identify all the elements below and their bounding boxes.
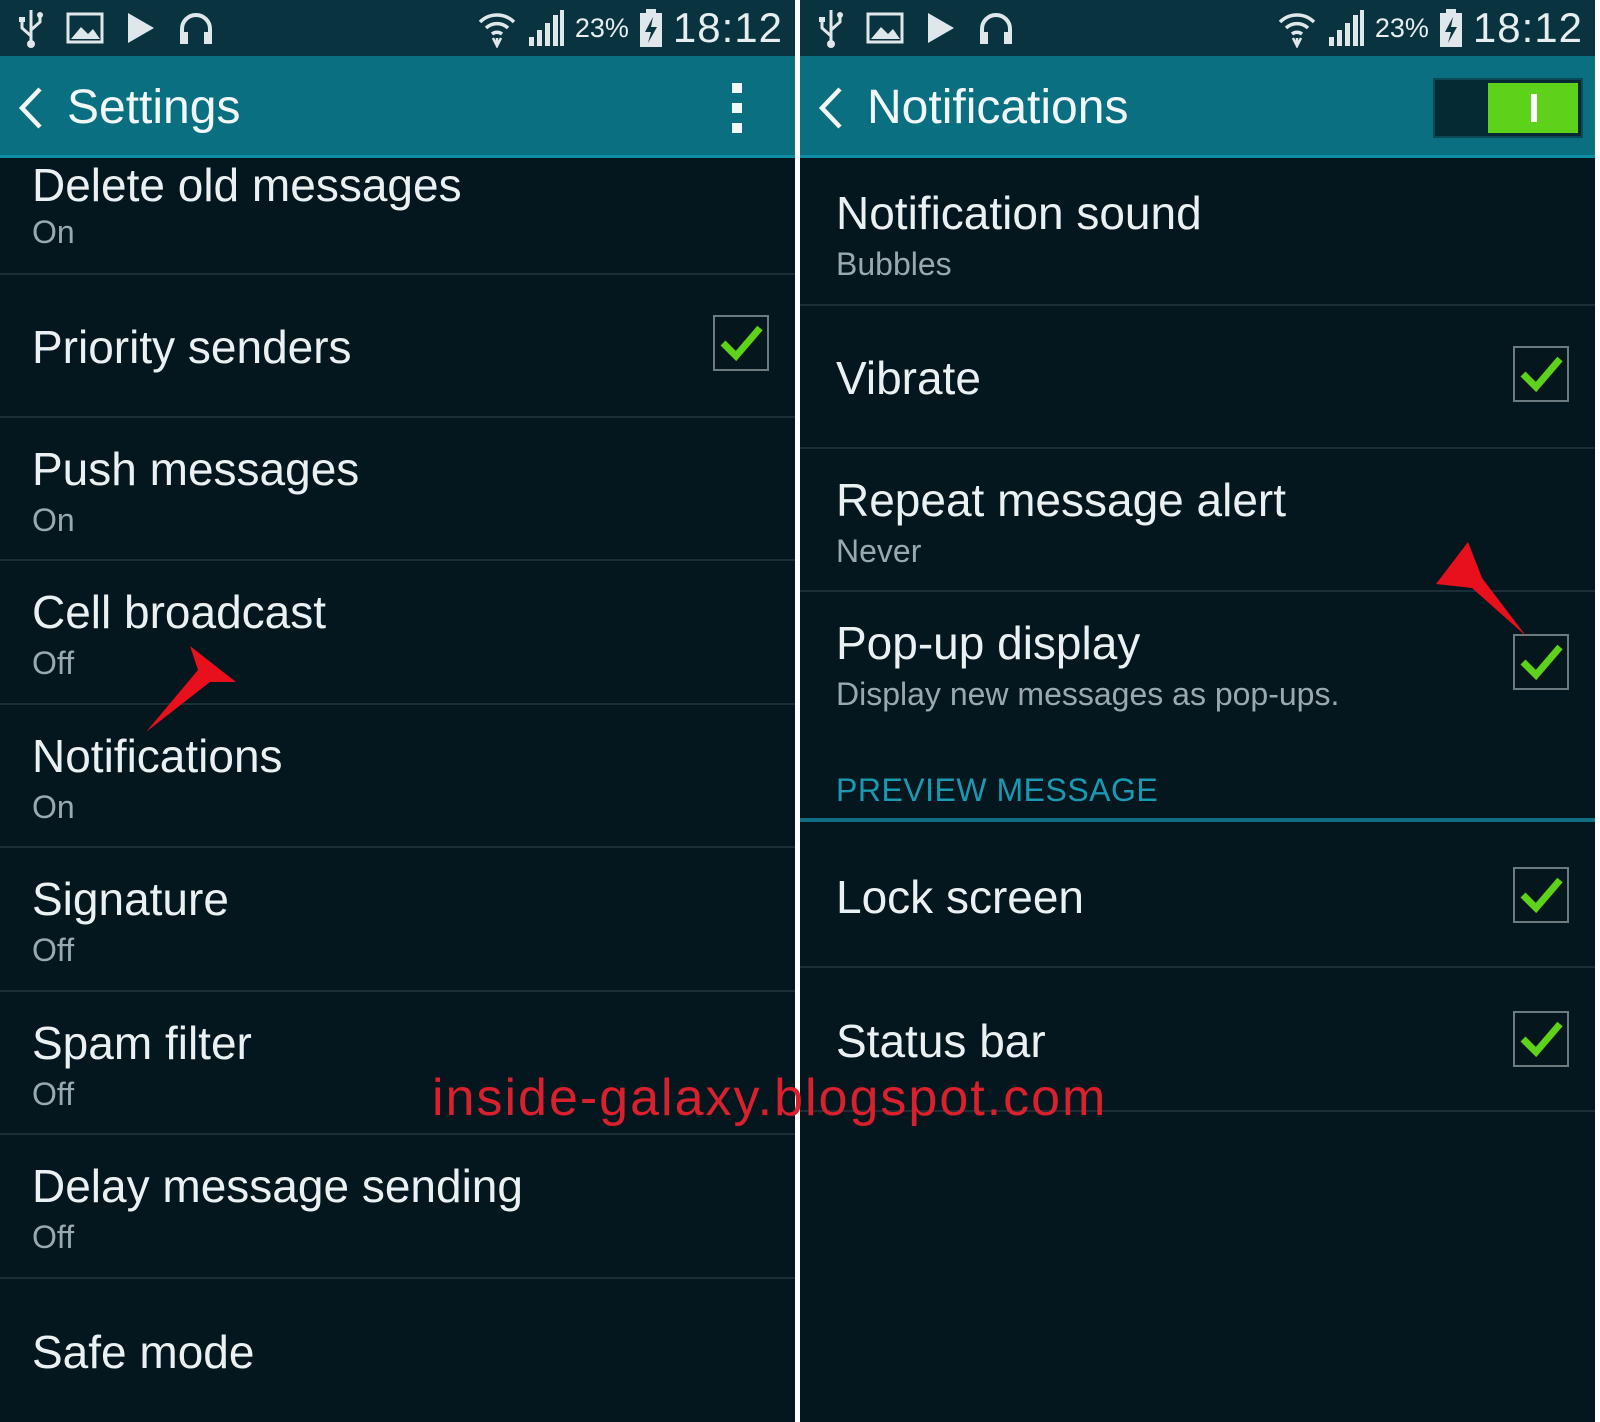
checkmark-icon (1520, 356, 1563, 393)
checkmark-icon (1520, 877, 1563, 914)
setting-value: Bubbles (836, 246, 952, 282)
setting-title: Notification sound (836, 187, 1202, 239)
gallery-icon (66, 12, 104, 44)
setting-title: Lock screen (836, 871, 1085, 923)
page-title: Notifications (867, 81, 1129, 134)
setting-title: Signature (32, 873, 229, 925)
setting-title: Status bar (836, 1015, 1046, 1067)
watermark-text: inside-galaxy.blogspot.com (432, 1069, 1108, 1127)
usb-icon (18, 8, 44, 48)
switch-knob (1488, 83, 1578, 133)
setting-push-messages[interactable]: Push messages On (0, 418, 795, 561)
setting-priority-senders[interactable]: Priority senders (0, 275, 795, 418)
setting-value: Off (32, 645, 75, 681)
setting-title: Priority senders (32, 321, 352, 373)
headphones-icon (178, 11, 214, 45)
setting-delete-old-messages[interactable]: Delete old messages On (0, 158, 795, 275)
wifi-icon (477, 8, 517, 48)
setting-title: Notifications (32, 730, 283, 782)
setting-notification-sound[interactable]: Notification sound Bubbles (800, 158, 1595, 306)
notifications-screen: 23% 18:12 Notifications Notification sou… (800, 0, 1595, 1422)
page-title: Settings (67, 81, 241, 134)
pop-up-display-checkbox[interactable] (1513, 634, 1569, 690)
priority-senders-checkbox[interactable] (713, 315, 769, 371)
setting-cell-broadcast[interactable]: Cell broadcast Off (0, 561, 795, 705)
setting-title: Safe mode (32, 1326, 255, 1378)
checkmark-icon (1520, 1021, 1563, 1058)
setting-title: Vibrate (836, 352, 981, 404)
status-bar: 23% 18:12 (800, 0, 1595, 56)
signal-icon (1327, 9, 1365, 47)
gallery-icon (866, 12, 904, 44)
battery-percentage: 23% (574, 12, 629, 43)
action-bar: Settings (0, 56, 795, 158)
wifi-icon (1277, 8, 1317, 48)
setting-title: Cell broadcast (32, 586, 327, 638)
setting-vibrate[interactable]: Vibrate (800, 306, 1595, 449)
setting-value: Off (32, 932, 75, 968)
setting-title: Pop-up display (836, 617, 1141, 669)
action-bar: Notifications (800, 56, 1595, 158)
red-pointer-arrow-icon (1436, 542, 1526, 636)
lock-screen-checkbox[interactable] (1513, 867, 1569, 923)
setting-title: Spam filter (32, 1017, 252, 1069)
checkmark-icon (720, 325, 763, 362)
setting-value: On (32, 502, 75, 538)
setting-title: Repeat message alert (836, 474, 1287, 526)
clock: 18:12 (1472, 4, 1583, 51)
setting-value: Off (32, 1219, 75, 1255)
status-bar: 23% 18:12 (0, 0, 795, 56)
clock: 18:12 (672, 4, 783, 51)
setting-description: Display new messages as pop-ups. (836, 676, 1340, 712)
setting-value: On (32, 214, 75, 250)
back-arrow-icon[interactable] (16, 86, 46, 130)
setting-delay-message-sending[interactable]: Delay message sending Off (0, 1135, 795, 1279)
overflow-menu-icon[interactable] (729, 80, 745, 136)
section-header-preview-message: PREVIEW MESSAGE (836, 772, 1159, 808)
setting-title: Push messages (32, 443, 360, 495)
settings-screen: 23% 18:12 Settings Delete old messages O… (0, 0, 795, 1422)
setting-lock-screen[interactable]: Lock screen (800, 822, 1595, 968)
play-icon (126, 11, 156, 45)
battery-percentage: 23% (1374, 12, 1429, 43)
battery-charging-icon (1439, 8, 1463, 48)
play-icon (926, 11, 956, 45)
status-bar-checkbox[interactable] (1513, 1011, 1569, 1067)
setting-title: Delete old messages (32, 159, 462, 211)
vibrate-checkbox[interactable] (1513, 346, 1569, 402)
signal-icon (527, 9, 565, 47)
checkmark-icon (1520, 644, 1563, 681)
setting-notifications[interactable]: Notifications On (0, 705, 795, 848)
setting-signature[interactable]: Signature Off (0, 848, 795, 992)
red-pointer-arrow-icon (146, 646, 236, 732)
back-arrow-icon[interactable] (816, 86, 846, 130)
setting-value: Off (32, 1076, 75, 1112)
notifications-master-switch[interactable] (1433, 78, 1583, 138)
headphones-icon (978, 11, 1014, 45)
setting-safe-mode[interactable]: Safe mode (0, 1279, 795, 1422)
setting-value: On (32, 789, 75, 825)
setting-title: Delay message sending (32, 1160, 523, 1212)
battery-charging-icon (639, 8, 663, 48)
usb-icon (818, 8, 844, 48)
setting-value: Never (836, 533, 922, 569)
